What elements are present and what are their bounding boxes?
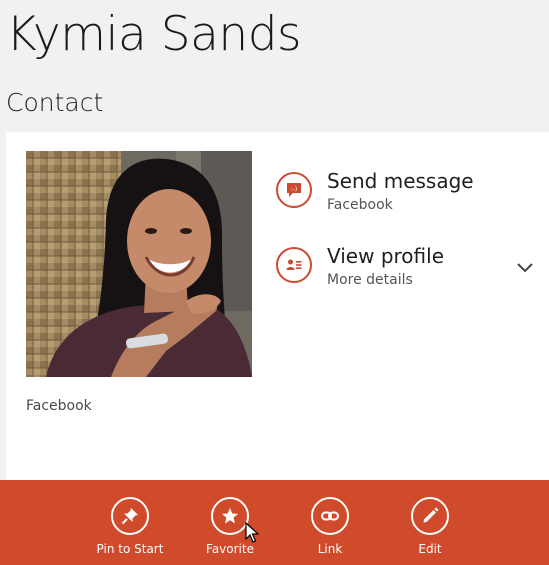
profile-photo-image bbox=[26, 151, 252, 377]
edit-label: Edit bbox=[418, 542, 442, 556]
app-bar: Pin to Start Favorite Link Edit bbox=[0, 480, 549, 565]
send-message-title: Send message bbox=[327, 169, 474, 193]
view-profile-action[interactable]: View profile More details bbox=[276, 244, 536, 291]
mouse-cursor-icon bbox=[245, 521, 260, 544]
link-button[interactable]: Link bbox=[290, 497, 370, 561]
send-message-subtitle: Facebook bbox=[327, 197, 393, 213]
contact-card: Facebook :-) Send message Facebook View … bbox=[6, 132, 549, 480]
contact-name: Kymia Sands bbox=[6, 7, 302, 62]
message-bubble-icon: :-) bbox=[276, 172, 312, 208]
view-profile-title: View profile bbox=[327, 244, 444, 268]
send-message-action[interactable]: :-) Send message Facebook bbox=[276, 169, 536, 216]
profile-card-icon bbox=[276, 247, 312, 283]
svg-text::-): :-) bbox=[291, 186, 298, 193]
star-icon bbox=[211, 497, 249, 535]
section-title: Contact bbox=[6, 88, 104, 117]
link-icon bbox=[311, 497, 349, 535]
pin-to-start-button[interactable]: Pin to Start bbox=[90, 497, 170, 561]
photo-source-label: Facebook bbox=[26, 398, 92, 414]
pin-to-start-label: Pin to Start bbox=[96, 542, 164, 556]
chevron-down-icon[interactable] bbox=[516, 259, 534, 273]
contact-photo[interactable] bbox=[26, 151, 252, 377]
link-label: Link bbox=[317, 542, 343, 556]
pin-icon bbox=[111, 497, 149, 535]
favorite-label: Favorite bbox=[206, 542, 254, 556]
edit-button[interactable]: Edit bbox=[390, 497, 470, 561]
pencil-icon bbox=[411, 497, 449, 535]
view-profile-subtitle: More details bbox=[327, 272, 413, 288]
